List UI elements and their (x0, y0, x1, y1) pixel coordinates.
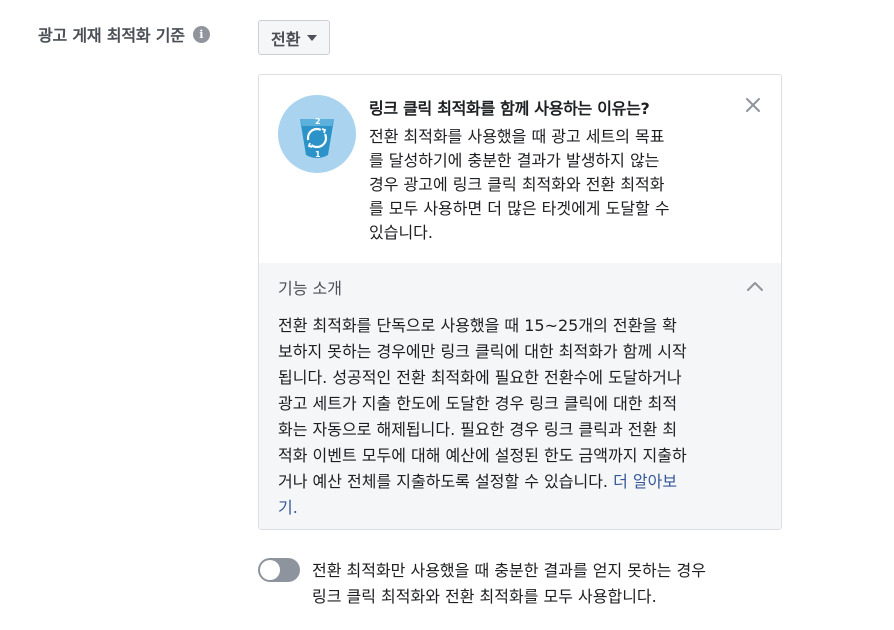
close-icon[interactable] (743, 95, 763, 115)
toggle-label-line: 링크 클릭 최적화와 전환 최적화를 모두 사용합니다. (312, 587, 657, 606)
chevron-up-icon[interactable] (746, 277, 764, 291)
feature-body: 전환 최적화를 단독으로 사용했을 때 15~25개의 전환을 확 보하지 못하… (278, 313, 758, 521)
optimization-label: 광고 게재 최적화 기준 (38, 26, 185, 45)
conversion-cycle-icon: 2 1 (278, 95, 356, 173)
toggle-knob (260, 560, 280, 580)
feature-body-line: 보하지 못하는 경우에만 링크 클릭에 대한 최적화가 함께 시작 (278, 342, 687, 361)
caret-down-icon (307, 34, 318, 41)
toggle-label: 전환 최적화만 사용했을 때 충분한 결과를 얻지 못하는 경우 링크 클릭 최… (312, 558, 782, 610)
tip-body: 전환 최적화를 사용했을 때 광고 세트의 목표 를 달성하기에 충분한 결과가… (369, 125, 729, 245)
feature-body-line: 전환 최적화를 단독으로 사용했을 때 15~25개의 전환을 확 (278, 316, 677, 335)
feature-body-line: 거나 예산 전체를 지출하도록 설정할 수 있습니다. (278, 472, 614, 491)
use-link-click-toggle[interactable] (258, 558, 300, 582)
feature-body-line: 화는 자동으로 해제됩니다. 필요한 경우 링크 클릭과 전환 최 (278, 420, 678, 439)
feature-body-line: 됩니다. 성공적인 전환 최적화에 필요한 전환수에 도달하거나 (278, 368, 682, 387)
feature-title: 기능 소개 (278, 279, 342, 298)
optimization-dropdown[interactable]: 전환 (258, 20, 331, 55)
tip-section: 2 1 링크 클릭 최적화를 함께 사용하는 이유는? 전환 최적화를 사용했을… (259, 75, 781, 263)
feature-body-line-with-link: 거나 예산 전체를 지출하도록 설정할 수 있습니다. 더 알아보 (278, 469, 758, 495)
learn-more-link[interactable]: 더 알아보 (613, 472, 677, 491)
info-card: 2 1 링크 클릭 최적화를 함께 사용하는 이유는? 전환 최적화를 사용했을… (258, 74, 782, 530)
dropdown-selected-value: 전환 (271, 29, 301, 49)
tip-body-line: 를 모두 사용하면 더 많은 타겟에게 도달할 수 (369, 199, 670, 218)
feature-body-line: 적화 이벤트 모두에 대해 예산에 설정된 한도 금액까지 지출하 (278, 446, 687, 465)
toggle-label-line: 전환 최적화만 사용했을 때 충분한 결과를 얻지 못하는 경우 (312, 561, 706, 580)
learn-more-link-continued[interactable]: 기. (278, 498, 298, 517)
tip-body-line: 경우 광고에 링크 클릭 최적화와 전환 최적화 (369, 175, 665, 194)
tip-body-line: 를 달성하기에 충분한 결과가 발생하지 않는 (369, 151, 660, 170)
feature-body-line: 광고 세트가 지출 한도에 도달한 경우 링크 클릭에 대한 최적 (278, 394, 678, 413)
tip-body-line: 있습니다. (369, 223, 433, 242)
svg-text:1: 1 (315, 150, 321, 159)
info-icon[interactable]: i (192, 25, 210, 43)
field-label-row: 광고 게재 최적화 기준 i (38, 22, 210, 46)
feature-section: 기능 소개 전환 최적화를 단독으로 사용했을 때 15~25개의 전환을 확 … (259, 263, 781, 529)
tip-body-line: 전환 최적화를 사용했을 때 광고 세트의 목표 (369, 127, 665, 146)
tip-title: 링크 클릭 최적화를 함께 사용하는 이유는? (369, 99, 650, 118)
svg-text:2: 2 (315, 117, 321, 126)
